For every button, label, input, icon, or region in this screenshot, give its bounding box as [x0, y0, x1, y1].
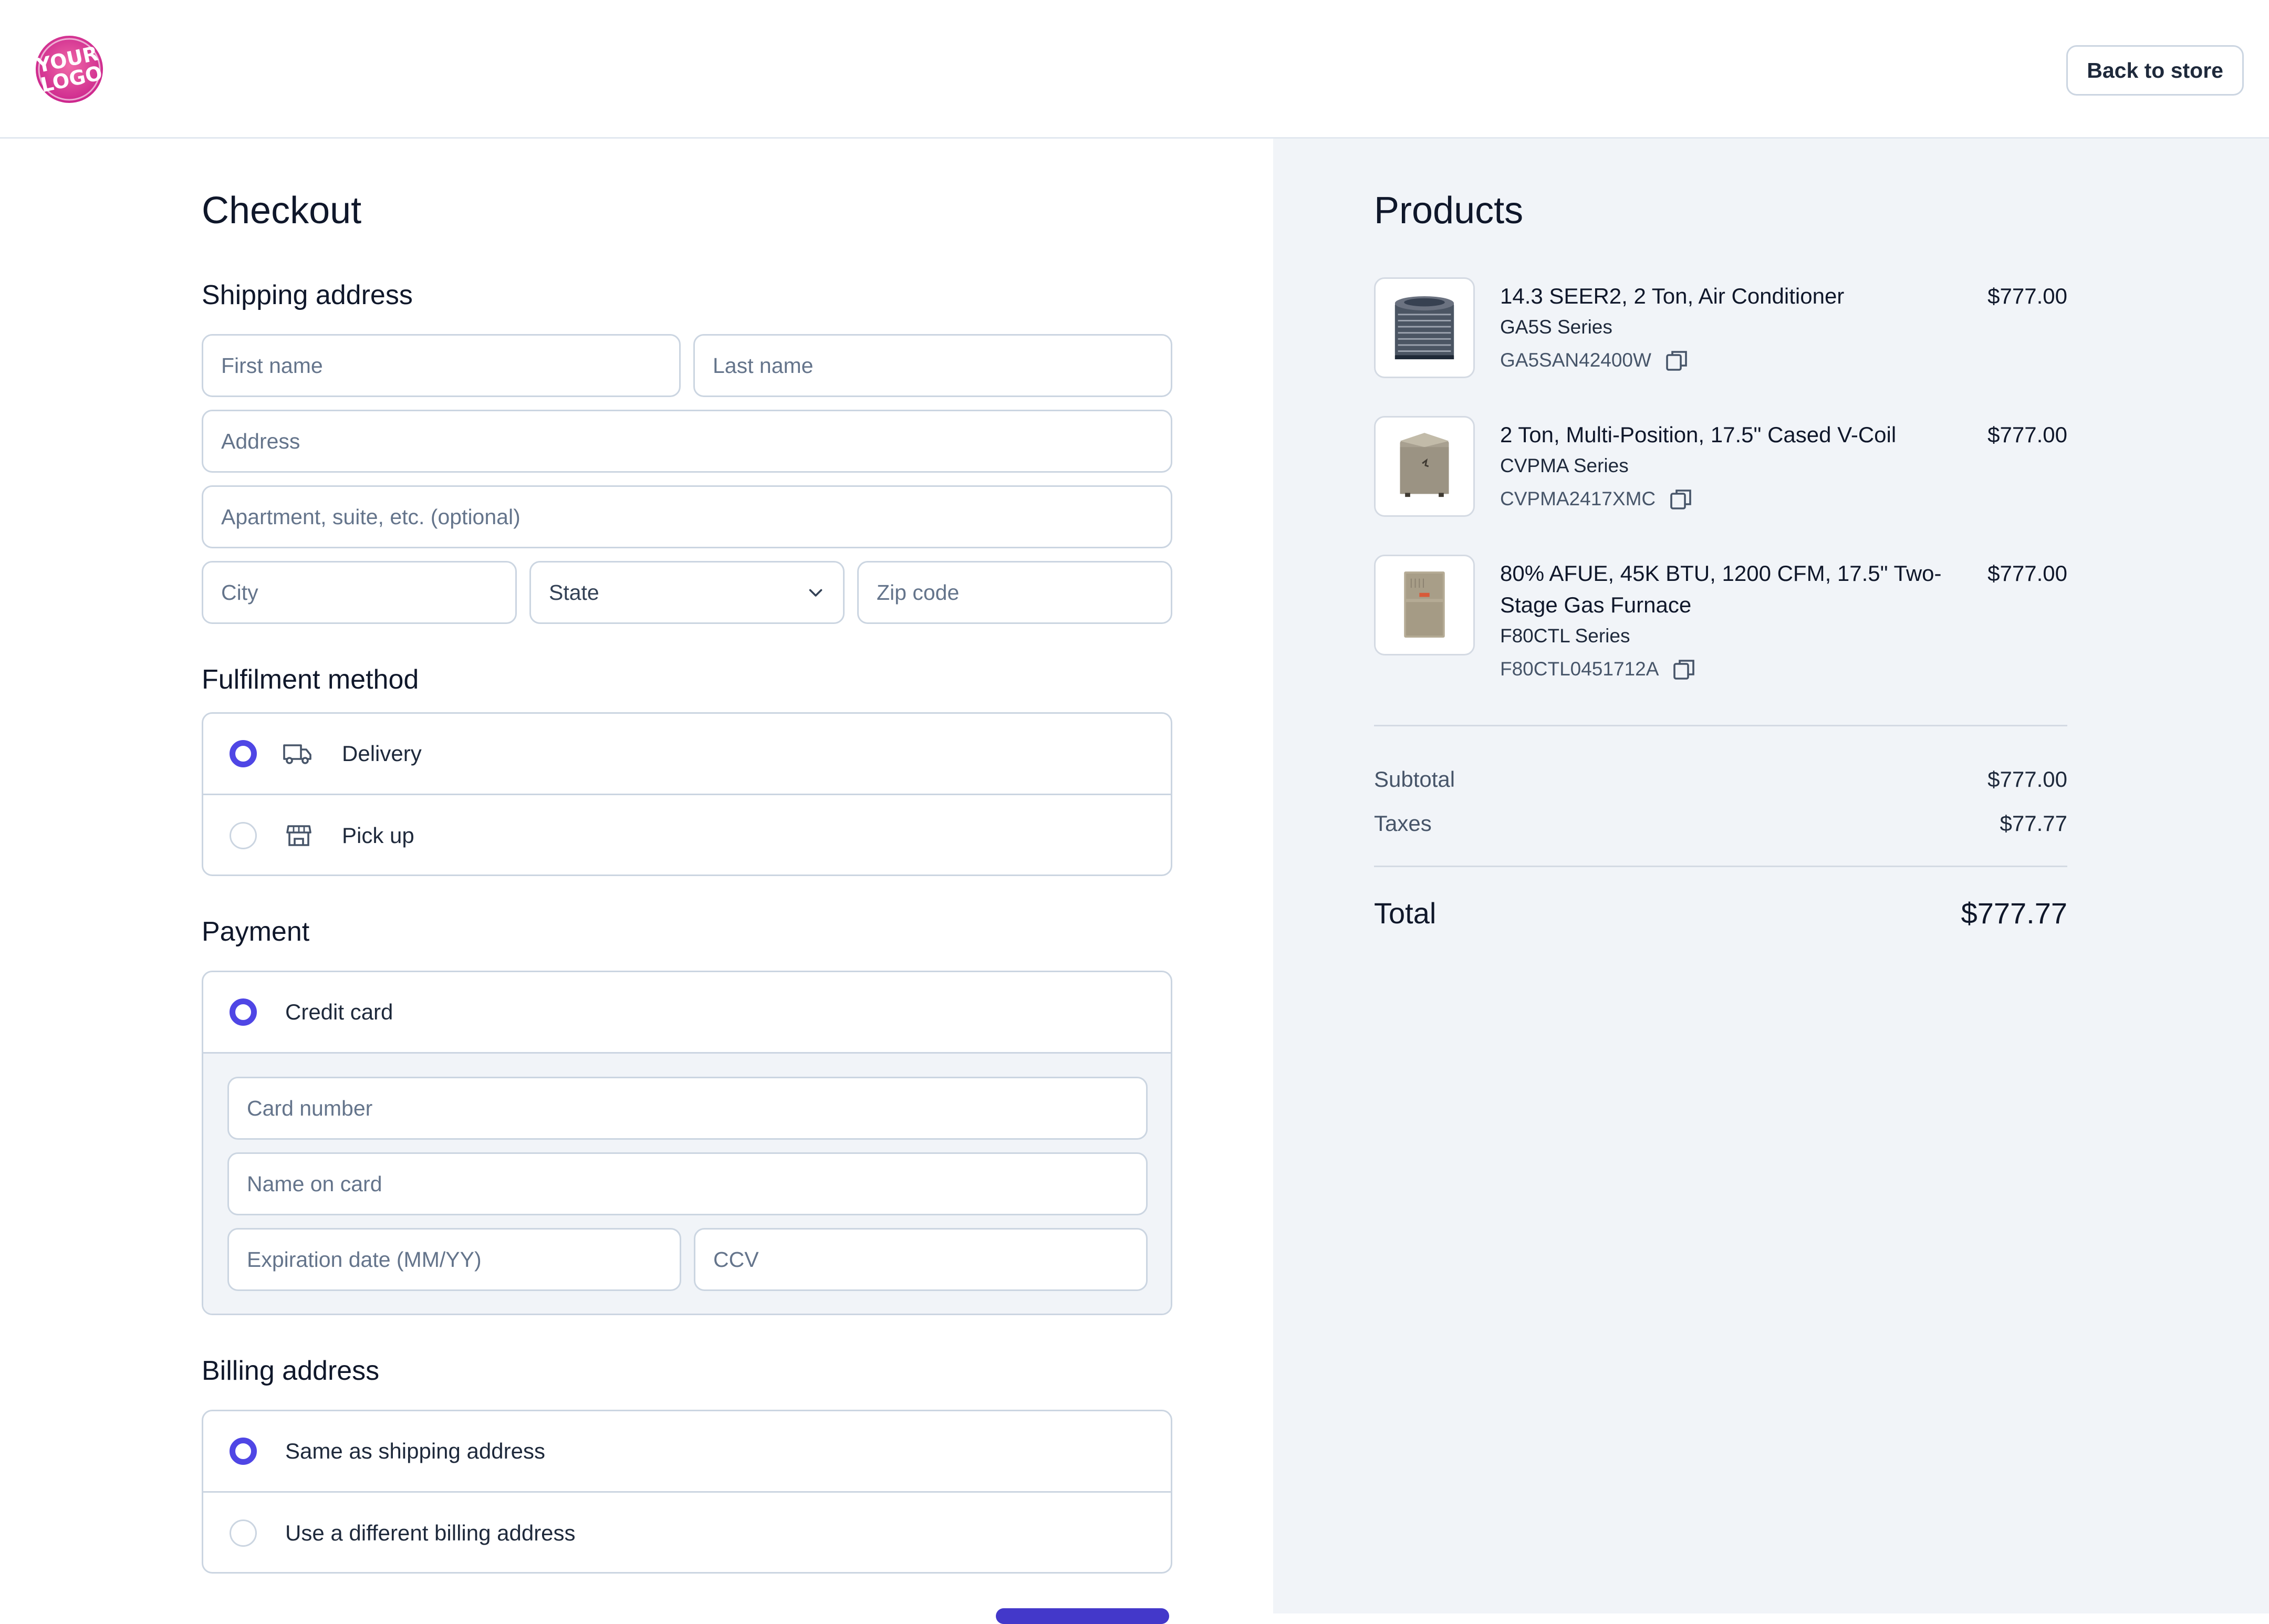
product-image	[1374, 416, 1475, 517]
submit-button[interactable]	[996, 1608, 1169, 1624]
product-price: $777.00	[1987, 422, 2067, 447]
product-name: 2 Ton, Multi-Position, 17.5" Cased V-Coi…	[1500, 422, 1897, 447]
fulfilment-options: Delivery Pick up	[202, 712, 1172, 876]
top-bar: YOUR LOGO Back to store	[0, 0, 2269, 139]
product-image	[1374, 555, 1475, 655]
product-price: $777.00	[1987, 284, 2067, 308]
back-to-store-button[interactable]: Back to store	[2066, 45, 2244, 96]
credit-card-label: Credit card	[285, 1000, 393, 1024]
truck-icon	[283, 744, 311, 764]
card-number-field[interactable]: Card number	[227, 1077, 1148, 1140]
first-name-field[interactable]: First name	[202, 334, 681, 397]
credit-card-option[interactable]: Credit card	[203, 972, 1171, 1052]
chevron-down-icon	[809, 589, 823, 597]
subtotal-row: Subtotal $777.00	[1374, 767, 2067, 792]
different-billing-option[interactable]: Use a different billing address	[203, 1493, 1171, 1572]
product-item: 14.3 SEER2, 2 Ton, Air Conditioner $777.…	[1374, 277, 2067, 382]
same-as-shipping-option[interactable]: Same as shipping address	[203, 1411, 1171, 1491]
last-name-field[interactable]: Last name	[693, 334, 1172, 397]
billing-options: Same as shipping address Use a different…	[202, 1410, 1172, 1574]
product-price: $777.00	[1987, 561, 2067, 586]
pickup-option[interactable]: Pick up	[203, 796, 1171, 875]
payment-heading: Payment	[202, 917, 310, 947]
product-name: 80% AFUE, 45K BTU, 1200 CFM, 17.5" Two-S…	[1500, 561, 1942, 617]
radio-unselected[interactable]	[230, 1519, 257, 1547]
store-icon	[286, 825, 311, 846]
subtotal-label: Subtotal	[1374, 767, 1455, 792]
apartment-field[interactable]: Apartment, suite, etc. (optional)	[202, 485, 1172, 548]
zip-code-field[interactable]: Zip code	[857, 561, 1172, 624]
total-label: Total	[1374, 897, 1437, 930]
product-sku: GA5SAN42400W	[1500, 348, 1689, 373]
same-as-shipping-label: Same as shipping address	[285, 1439, 545, 1463]
product-series: GA5S Series	[1500, 316, 1612, 338]
city-field[interactable]: City	[202, 561, 517, 624]
products-heading: Products	[1374, 190, 1524, 232]
radio-selected[interactable]	[230, 998, 257, 1026]
payment-options: Credit card Card number Name on card Exp…	[202, 971, 1172, 1315]
shipping-heading: Shipping address	[202, 280, 413, 310]
state-select[interactable]: State	[529, 561, 845, 624]
delivery-label: Delivery	[342, 741, 422, 766]
product-sku: CVPMA2417XMC	[1500, 486, 1693, 512]
name-on-card-field[interactable]: Name on card	[227, 1152, 1148, 1215]
fulfilment-heading: Fulfilment method	[202, 664, 419, 695]
radio-selected[interactable]	[230, 740, 257, 767]
divider	[1374, 866, 2067, 867]
ccv-field[interactable]: CCV	[694, 1228, 1148, 1291]
divider	[203, 794, 1171, 795]
state-select-label: State	[549, 580, 599, 605]
divider	[1374, 725, 2067, 726]
product-item: 80% AFUE, 45K BTU, 1200 CFM, 17.5" Two-S…	[1374, 555, 2067, 691]
subtotal-value: $777.00	[1987, 767, 2067, 792]
radio-selected[interactable]	[230, 1438, 257, 1465]
copy-icon[interactable]	[1664, 348, 1689, 373]
radio-unselected[interactable]	[230, 822, 257, 849]
total-value: $777.77	[1961, 897, 2067, 930]
product-sku-value: F80CTL0451712A	[1500, 658, 1659, 680]
address-field[interactable]: Address	[202, 410, 1172, 473]
product-sku: F80CTL0451712A	[1500, 657, 1696, 682]
taxes-value: $77.77	[2000, 811, 2067, 836]
different-billing-label: Use a different billing address	[285, 1521, 576, 1545]
billing-heading: Billing address	[202, 1356, 380, 1386]
product-series: CVPMA Series	[1500, 455, 1629, 476]
product-image	[1374, 277, 1475, 378]
product-sku-value: GA5SAN42400W	[1500, 349, 1651, 371]
logo[interactable]: YOUR LOGO	[34, 34, 105, 105]
pickup-label: Pick up	[342, 823, 414, 848]
divider	[203, 1491, 1171, 1493]
delivery-option[interactable]: Delivery	[203, 714, 1171, 794]
copy-icon[interactable]	[1671, 657, 1696, 682]
total-row: Total $777.77	[1374, 896, 2067, 930]
copy-icon[interactable]	[1668, 486, 1693, 512]
product-name: 14.3 SEER2, 2 Ton, Air Conditioner	[1500, 284, 1845, 308]
product-sku-value: CVPMA2417XMC	[1500, 488, 1656, 509]
taxes-label: Taxes	[1374, 811, 1432, 836]
product-series: F80CTL Series	[1500, 625, 1630, 647]
product-item: 2 Ton, Multi-Position, 17.5" Cased V-Coi…	[1374, 416, 2067, 521]
card-details: Card number Name on card Expiration date…	[203, 1052, 1171, 1314]
taxes-row: Taxes $77.77	[1374, 811, 2067, 836]
expiration-date-field[interactable]: Expiration date (MM/YY)	[227, 1228, 681, 1291]
page-title: Checkout	[202, 190, 362, 232]
